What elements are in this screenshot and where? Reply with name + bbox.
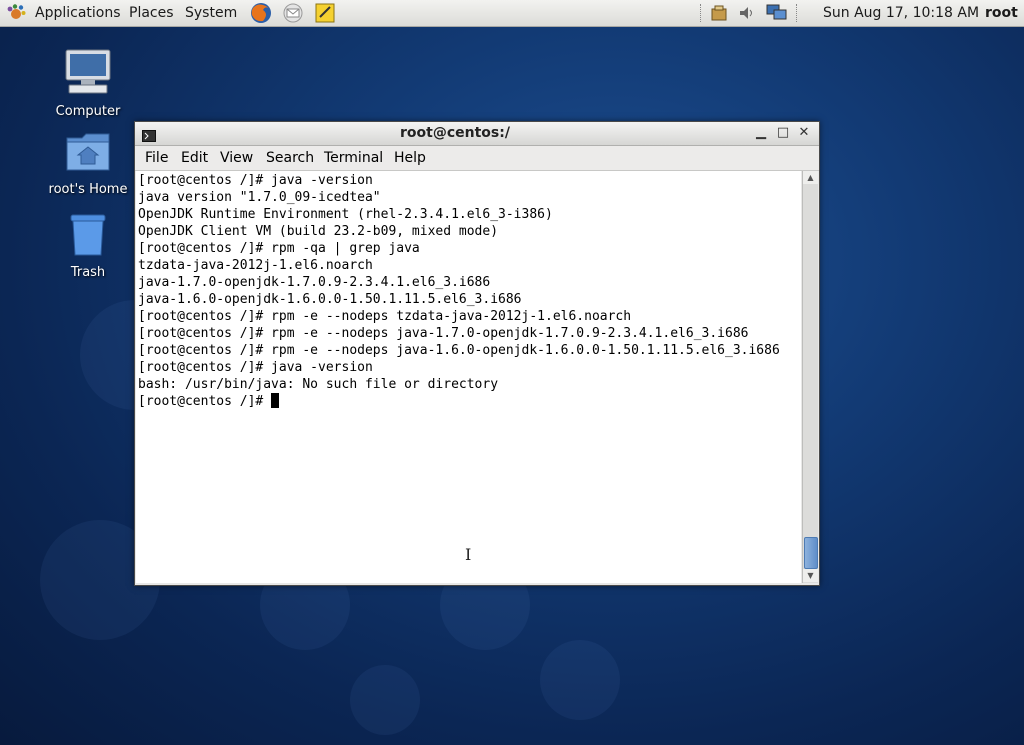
desktop-icon-label: Computer	[55, 104, 121, 119]
network-icon[interactable]	[766, 4, 787, 22]
wallpaper-bokeh	[350, 665, 420, 735]
places-menu[interactable]: Places	[125, 0, 178, 26]
terminal-output[interactable]: [root@centos /]# java -version java vers…	[136, 171, 801, 583]
notes-icon[interactable]	[313, 2, 337, 24]
window-titlebar[interactable]: root@centos:/ ▁ □ ✕	[135, 122, 819, 146]
mouse-ibeam-icon: I	[465, 545, 472, 564]
terminal-line: java-1.7.0-openjdk-1.7.0.9-2.3.4.1.el6_3…	[138, 275, 491, 290]
volume-icon[interactable]	[737, 4, 757, 22]
maximize-button[interactable]: □	[775, 125, 791, 141]
terminal-line: [root@centos /]# rpm -qa | grep java	[138, 241, 420, 256]
vertical-scrollbar[interactable]: ▲ ▼	[802, 171, 818, 583]
update-icon[interactable]	[709, 4, 729, 22]
terminal-line: OpenJDK Runtime Environment (rhel-2.3.4.…	[138, 207, 553, 222]
mail-icon[interactable]	[281, 2, 305, 24]
wallpaper-bokeh	[540, 640, 620, 720]
terminal-line: [root@centos /]# rpm -e --nodeps java-1.…	[138, 343, 780, 358]
menu-view[interactable]: View	[220, 150, 253, 166]
terminal-line: [root@centos /]# rpm -e --nodeps java-1.…	[138, 326, 749, 341]
desktop-icon-computer[interactable]: Computer	[38, 48, 138, 119]
close-button[interactable]: ✕	[796, 125, 812, 141]
menu-terminal[interactable]: Terminal	[324, 150, 383, 166]
trash-icon	[70, 214, 106, 256]
terminal-prompt-line: [root@centos /]#	[138, 393, 280, 410]
window-menubar: File Edit View Search Terminal Help	[135, 146, 819, 171]
terminal-line: OpenJDK Client VM (build 23.2-b09, mixed…	[138, 224, 499, 239]
computer-icon	[65, 49, 111, 94]
menu-help[interactable]: Help	[394, 150, 426, 166]
terminal-window: root@centos:/ ▁ □ ✕ File Edit View Searc…	[134, 121, 820, 586]
menu-edit[interactable]: Edit	[181, 150, 208, 166]
terminal-prompt: [root@centos /]#	[138, 394, 272, 409]
scroll-up-arrow-icon[interactable]: ▲	[803, 171, 818, 184]
desktop-icon-label: root's Home	[48, 182, 128, 197]
desktop-icon-home[interactable]: root's Home	[38, 130, 138, 197]
top-panel: Applications Places System Sun Aug 17, 1…	[0, 0, 1024, 27]
menu-search[interactable]: Search	[266, 150, 314, 166]
terminal-line: tzdata-java-2012j-1.el6.noarch	[138, 258, 373, 273]
desktop-icon-label: Trash	[70, 265, 106, 280]
panel-separator	[700, 4, 703, 22]
user-menu[interactable]: root	[985, 0, 1018, 26]
home-folder-icon	[66, 133, 110, 171]
clock[interactable]: Sun Aug 17, 10:18 AM	[823, 0, 979, 26]
terminal-line: java-1.6.0-openjdk-1.6.0.0-1.50.1.11.5.e…	[138, 292, 522, 307]
terminal-line: java version "1.7.0_09-icedtea"	[138, 190, 381, 205]
terminal-line: bash: /usr/bin/java: No such file or dir…	[138, 377, 499, 392]
panel-separator	[796, 4, 799, 22]
firefox-icon[interactable]	[249, 2, 273, 24]
gnome-foot-icon[interactable]	[6, 4, 26, 22]
text-cursor	[271, 393, 280, 408]
applications-menu[interactable]: Applications	[31, 0, 125, 26]
system-menu[interactable]: System	[181, 0, 241, 26]
terminal-line: [root@centos /]# rpm -e --nodeps tzdata-…	[138, 309, 632, 324]
scrollbar-thumb[interactable]	[804, 537, 818, 569]
window-title: root@centos:/	[400, 125, 510, 141]
menu-file[interactable]: File	[145, 150, 168, 166]
desktop-icon-trash[interactable]: Trash	[38, 211, 138, 280]
terminal-line: [root@centos /]# java -version	[138, 173, 373, 188]
terminal-line: [root@centos /]# java -version	[138, 360, 373, 375]
scroll-down-arrow-icon[interactable]: ▼	[803, 569, 818, 582]
minimize-button[interactable]: ▁	[753, 125, 769, 141]
